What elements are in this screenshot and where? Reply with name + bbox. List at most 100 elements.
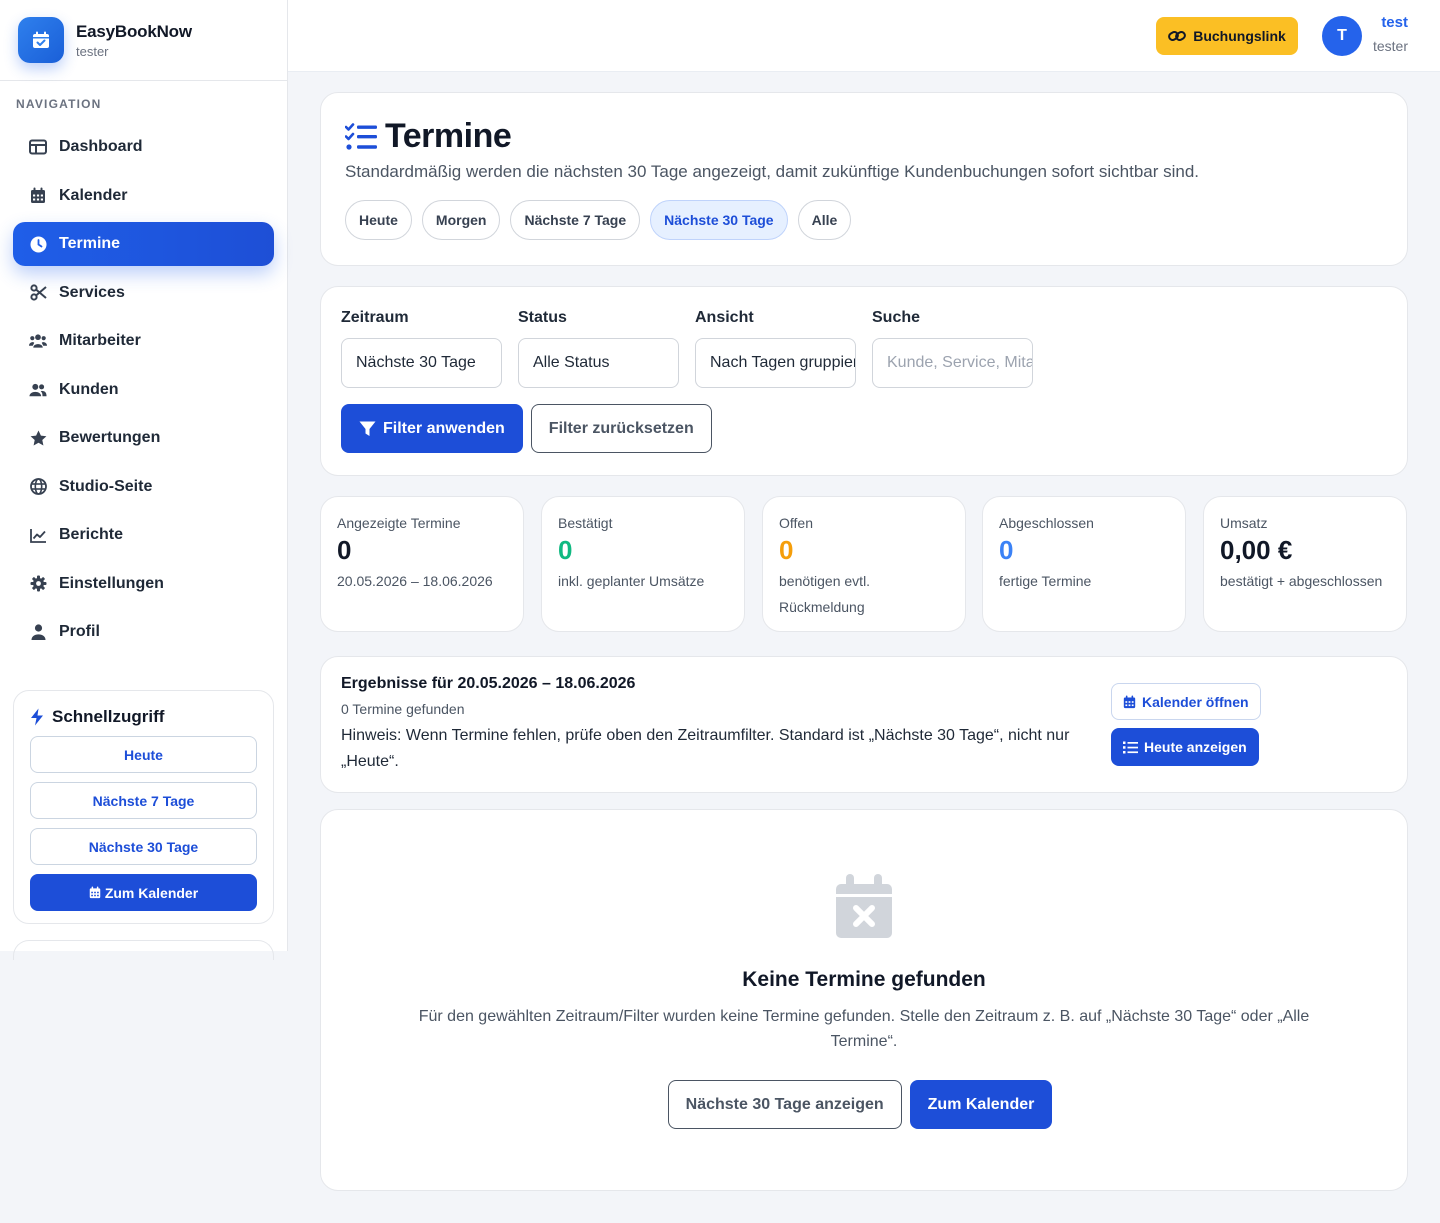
view-label: Ansicht	[695, 309, 754, 326]
stat-value: 0,00 €	[1220, 535, 1293, 565]
sidebar-item-label: Services	[59, 283, 125, 301]
chart-line-icon	[29, 526, 47, 544]
stat-card-open: Offen 0 benötigen evtl. Rückmeldung	[762, 496, 966, 632]
avatar[interactable]: T	[1322, 16, 1362, 56]
stat-card-completed: Abgeschlossen 0 fertige Termine	[982, 496, 1186, 632]
brand-sub: tester	[76, 43, 109, 59]
stat-desc: bestätigt + abgeschlossen	[1220, 573, 1383, 589]
sidebar-item-label: Dashboard	[59, 138, 143, 155]
pill-next7[interactable]: Nächste 7 Tage	[510, 200, 641, 240]
user-role: tester	[1372, 38, 1408, 54]
user-icon	[29, 623, 47, 641]
stat-value: 0	[337, 535, 352, 565]
stat-desc: benötigen evtl. Rückmeldung	[779, 573, 871, 615]
list-icon	[1123, 741, 1138, 754]
link-icon	[1168, 29, 1187, 43]
filter-card: Zeitraum Nächste 30 Tage Status Alle Sta…	[320, 286, 1408, 476]
page-subtitle: Standardmäßig werden die nächsten 30 Tag…	[345, 162, 1200, 181]
period-field: Zeitraum Nächste 30 Tage	[341, 307, 502, 388]
status-label: Status	[518, 309, 567, 326]
quick-today-button[interactable]: Heute	[30, 736, 257, 773]
empty-actions: Nächste 30 Tage anzeigen Zum Kalender	[321, 1080, 1407, 1129]
stat-desc: fertige Termine	[999, 573, 1092, 589]
stat-desc: inkl. geplanter Umsätze	[558, 573, 705, 589]
sidebar: EasyBookNow tester NAVIGATION Dashboard …	[0, 0, 288, 960]
brand-name: EasyBookNow	[76, 21, 192, 41]
globe-icon	[29, 478, 47, 496]
topbar: Buchungslink T test tester	[288, 0, 1440, 72]
user-name[interactable]: test	[1381, 14, 1408, 31]
apply-filter-button[interactable]: Filter anwenden	[341, 404, 523, 453]
sidebar-item-einstellungen[interactable]: Einstellungen	[13, 562, 274, 606]
sidebar-item-label: Termine	[59, 235, 121, 252]
pill-morgen[interactable]: Morgen	[421, 200, 501, 240]
stat-card-shown: Angezeigte Termine 0 20.05.2026 – 18.06.…	[320, 496, 524, 632]
stat-label: Angezeigte Termine	[337, 515, 461, 531]
list-check-icon	[345, 122, 377, 151]
period-select[interactable]: Nächste 30 Tage	[341, 338, 502, 388]
pill-next30[interactable]: Nächste 30 Tage	[650, 200, 788, 240]
quick-access-panel: Schnellzugriff Heute Nächste 7 Tage Näch…	[13, 690, 274, 924]
scissors-icon	[29, 284, 47, 302]
period-label: Zeitraum	[341, 309, 409, 326]
filter-icon	[359, 421, 376, 437]
sidebar-item-mitarbeiter[interactable]: Mitarbeiter	[13, 319, 274, 363]
stat-label: Bestätigt	[558, 515, 613, 531]
booking-link-label: Buchungslink	[1193, 28, 1286, 44]
sidebar-item-berichte[interactable]: Berichte	[13, 513, 274, 557]
stat-desc: 20.05.2026 – 18.06.2026	[337, 573, 493, 589]
quick-access-label: Schnellzugriff	[52, 707, 165, 726]
dashboard-icon	[29, 138, 47, 156]
quick-calendar-button[interactable]: Zum Kalender	[30, 874, 257, 911]
quick-access-title: Schnellzugriff	[30, 707, 257, 727]
quick-calendar-label: Zum Kalender	[104, 884, 199, 901]
stat-card-revenue: Umsatz 0,00 € bestätigt + abgeschlossen	[1203, 496, 1407, 632]
sidebar-item-bewertungen[interactable]: Bewertungen	[13, 416, 274, 460]
calendar-check-icon	[18, 17, 64, 63]
view-select[interactable]: Nach Tagen gruppiert	[695, 338, 856, 388]
sidebar-item-services[interactable]: Services	[13, 271, 274, 315]
search-input[interactable]: Kunde, Service, Mitarbeiter	[872, 338, 1033, 388]
sidebar-item-kalender[interactable]: Kalender	[13, 174, 274, 218]
page-title: Termine	[345, 117, 1383, 156]
stat-label: Abgeschlossen	[999, 515, 1094, 531]
period-pills: Heute Morgen Nächste 7 Tage Nächste 30 T…	[345, 200, 1383, 240]
sidebar-item-label: Kunden	[59, 380, 119, 398]
sidebar-item-label: Einstellungen	[59, 574, 164, 592]
sidebar-item-label: Studio-Seite	[59, 477, 153, 495]
gear-icon	[29, 575, 47, 593]
sidebar-panel-edge	[13, 940, 274, 960]
booking-link-button[interactable]: Buchungslink	[1156, 17, 1298, 55]
empty-state-card: Keine Termine gefunden Für den gewählten…	[320, 809, 1408, 1191]
calendar-icon	[89, 886, 101, 899]
status-field: Status Alle Status	[518, 307, 679, 388]
filter-fields: Zeitraum Nächste 30 Tage Status Alle Sta…	[341, 307, 1387, 388]
nav-list: Dashboard Kalender Termine Services Mita…	[0, 125, 287, 654]
show-today-button[interactable]: Heute anzeigen	[1111, 728, 1259, 766]
open-calendar-button[interactable]: Kalender öffnen	[1111, 683, 1261, 720]
show-next30-button[interactable]: Nächste 30 Tage anzeigen	[667, 1080, 902, 1129]
sidebar-item-dashboard[interactable]: Dashboard	[13, 125, 274, 169]
empty-title: Keine Termine gefunden	[742, 968, 986, 991]
quick-next30-button[interactable]: Nächste 30 Tage	[30, 828, 257, 865]
status-select[interactable]: Alle Status	[518, 338, 679, 388]
stat-card-confirmed: Bestätigt 0 inkl. geplanter Umsätze	[541, 496, 745, 632]
reset-filter-button[interactable]: Filter zurücksetzen	[530, 404, 712, 453]
pill-heute[interactable]: Heute	[345, 200, 412, 240]
sidebar-item-termine[interactable]: Termine	[13, 222, 274, 266]
star-icon	[29, 429, 47, 447]
show-today-label: Heute anzeigen	[1144, 739, 1247, 755]
sidebar-item-profil[interactable]: Profil	[13, 610, 274, 654]
results-hint: Hinweis: Wenn Termine fehlen, prüfe oben…	[341, 727, 1070, 770]
stat-value: 0	[779, 535, 794, 565]
brand[interactable]: EasyBookNow tester	[0, 0, 287, 81]
quick-next7-button[interactable]: Nächste 7 Tage	[30, 782, 257, 819]
sidebar-item-kunden[interactable]: Kunden	[13, 368, 274, 412]
results-card: Ergebnisse für 20.05.2026 – 18.06.2026 0…	[320, 656, 1408, 793]
sidebar-item-label: Berichte	[59, 526, 124, 543]
bolt-icon	[30, 708, 44, 726]
go-to-calendar-button[interactable]: Zum Kalender	[909, 1080, 1053, 1129]
pill-alle[interactable]: Alle	[797, 200, 852, 240]
sidebar-item-studio-seite[interactable]: Studio-Seite	[13, 465, 274, 509]
clock-icon	[29, 235, 47, 253]
